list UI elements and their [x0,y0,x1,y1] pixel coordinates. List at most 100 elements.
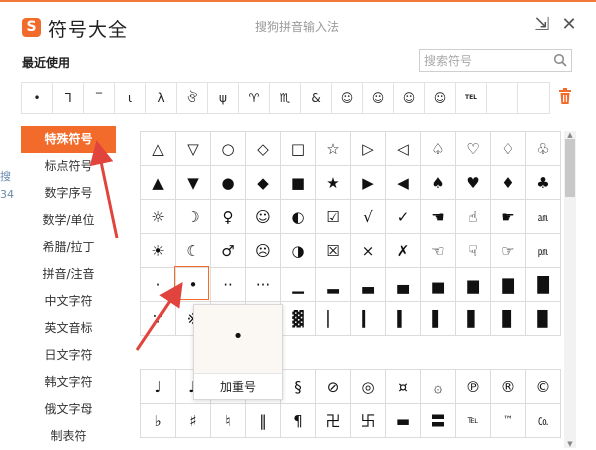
symbol-cell[interactable]: ◁ [385,131,421,166]
recent-symbol-cell[interactable] [487,83,518,113]
symbol-cell[interactable]: ℡ [455,403,491,438]
symbol-cell[interactable]: √ [350,199,386,234]
symbol-cell[interactable]: ☛ [490,199,526,234]
symbol-cell[interactable]: □ [280,131,316,166]
close-icon[interactable]: ✕ [558,14,580,36]
scroll-down-icon[interactable]: ▼ [566,440,574,448]
symbol-cell[interactable]: ♀ [210,199,246,234]
symbol-cell[interactable]: ✓ [385,199,421,234]
symbol-cell[interactable]: © [525,369,561,404]
symbol-cell[interactable]: ☝ [455,199,491,234]
symbol-cell[interactable]: ☑ [315,199,351,234]
symbol-cell[interactable]: ◐ [280,199,316,234]
symbol-cell[interactable]: ♤ [420,131,456,166]
sidebar-item-5[interactable]: 拼音/注音 [21,261,116,288]
symbol-cell[interactable]: ◎ [350,369,386,404]
sidebar-item-3[interactable]: 数学/单位 [21,207,116,234]
symbol-cell[interactable]: ·· [210,267,246,302]
symbol-cell[interactable]: ☟ [455,233,491,268]
symbol-cell[interactable]: ♠ [420,165,456,200]
symbol-cell[interactable]: ☾ [175,233,211,268]
recent-symbol-cell[interactable]: ☺ [363,83,394,113]
symbol-cell[interactable]: ♩ [140,369,176,404]
symbol-cell[interactable]: ☺ [245,199,281,234]
symbol-cell[interactable]: § [280,369,316,404]
symbol-cell[interactable]: ▎ [350,301,386,336]
symbol-cell[interactable]: ▬ [385,403,421,438]
symbol-cell[interactable]: ⊘ [315,369,351,404]
symbol-cell[interactable]: ◆ [245,165,281,200]
symbol-cell[interactable]: ☞ [490,233,526,268]
recent-symbol-cell[interactable]: & [301,83,332,113]
recent-symbol-cell[interactable]: ♈ [239,83,270,113]
symbol-cell[interactable]: ♢ [490,131,526,166]
symbol-cell[interactable]: ■ [280,165,316,200]
symbol-cell[interactable]: ♣ [525,165,561,200]
sidebar-item-1[interactable]: 标点符号 [21,153,116,180]
symbol-cell[interactable]: ♯ [175,403,211,438]
sidebar-item-9[interactable]: 韩文字符 [21,369,116,396]
symbol-cell[interactable]: ▓ [280,301,316,336]
search-box[interactable] [419,49,572,72]
symbol-cell[interactable]: ™ [490,403,526,438]
symbol-cell[interactable]: ☽ [175,199,211,234]
recent-symbol-cell[interactable]: • [22,83,53,113]
symbol-cell[interactable]: ▊ [490,301,526,336]
symbol-cell[interactable]: █ [525,267,561,302]
symbol-cell[interactable]: ▅ [420,267,456,302]
symbol-cell[interactable]: ♧ [525,131,561,166]
recent-symbol-cell[interactable]: TEL [456,83,487,113]
hovered-symbol-cell[interactable] [174,266,209,300]
recent-symbol-cell[interactable]: ᒣ [53,83,84,113]
symbol-cell[interactable]: ☒ [315,233,351,268]
symbol-cell[interactable]: ¶ [280,403,316,438]
symbol-cell[interactable]: ◇ [245,131,281,166]
symbol-cell[interactable]: ▁ [280,267,316,302]
sidebar-item-4[interactable]: 希腊/拉丁 [21,234,116,261]
symbol-cell[interactable]: ▇ [490,267,526,302]
sidebar-item-8[interactable]: 日文字符 [21,342,116,369]
symbol-cell[interactable]: ▍ [385,301,421,336]
symbol-cell[interactable]: 卍 [315,403,351,438]
symbol-cell[interactable]: ▏ [315,301,351,336]
symbol-cell[interactable]: ▌ [420,301,456,336]
symbol-cell[interactable]: ㏂ [525,199,561,234]
symbol-cell[interactable]: ㏘ [525,233,561,268]
symbol-cell[interactable]: ® [490,369,526,404]
symbol-cell[interactable]: ☆ [315,131,351,166]
recent-symbol-cell[interactable]: ☺ [332,83,363,113]
symbol-cell[interactable]: 〓 [420,403,456,438]
scroll-thumb[interactable] [565,139,575,197]
trash-icon[interactable] [557,87,573,105]
symbol-cell[interactable]: ۞ [420,369,456,404]
sidebar-item-10[interactable]: 俄文字母 [21,396,116,423]
sidebar-item-0[interactable]: 特殊符号 [21,126,116,153]
symbol-cell[interactable]: ☼ [140,199,176,234]
recent-symbol-cell[interactable]: ‾ [84,83,115,113]
symbol-cell[interactable]: · [140,267,176,302]
symbol-cell[interactable]: ✗ [385,233,421,268]
symbol-cell[interactable]: ‖ [245,403,281,438]
sidebar-item-11[interactable]: 制表符 [21,423,116,450]
symbol-cell[interactable]: ☜ [420,233,456,268]
symbol-cell[interactable]: ♮ [210,403,246,438]
symbol-cell[interactable]: ◑ [280,233,316,268]
recent-symbol-cell[interactable]: ☺ [425,83,456,113]
symbol-cell[interactable]: ▂ [315,267,351,302]
symbol-cell[interactable]: ☚ [420,199,456,234]
search-input[interactable] [424,52,544,69]
sidebar-item-6[interactable]: 中文字符 [21,288,116,315]
symbol-cell[interactable]: ℗ [455,369,491,404]
recent-symbol-cell[interactable]: ι [115,83,146,113]
symbol-cell[interactable]: ♦ [490,165,526,200]
symbol-cell[interactable]: ☀ [140,233,176,268]
symbol-cell[interactable]: ♡ [455,131,491,166]
symbol-cell[interactable]: ♥ [455,165,491,200]
symbol-cell[interactable]: ♂ [210,233,246,268]
symbol-cell[interactable]: ¤ [385,369,421,404]
symbol-cell[interactable]: ▄ [385,267,421,302]
symbol-cell[interactable]: ∵ [140,301,176,336]
symbol-cell[interactable]: ▷ [350,131,386,166]
symbol-cell[interactable]: ▋ [455,301,491,336]
symbol-cell[interactable]: ◀ [385,165,421,200]
